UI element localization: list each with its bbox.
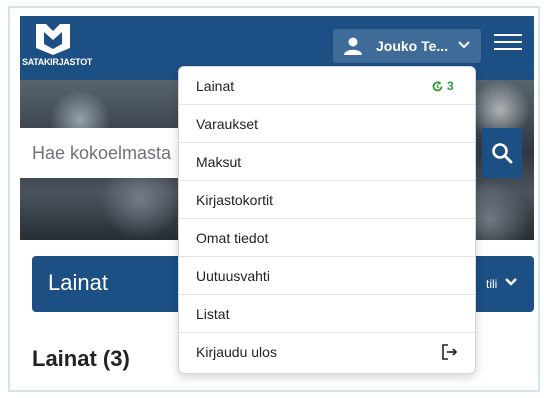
menu-item-maksut[interactable]: Maksut	[179, 143, 475, 181]
hamburger-menu-button[interactable]	[494, 34, 522, 56]
user-icon	[344, 37, 362, 55]
menu-item-label: Omat tiedot	[196, 230, 269, 246]
menu-item-label: Listat	[196, 306, 230, 322]
logo-mark-icon	[36, 24, 70, 55]
page-title: Lainat (3)	[32, 346, 130, 371]
search-button[interactable]	[482, 128, 522, 178]
satakirjastot-logo[interactable]: SATAKIRJASTOT	[20, 22, 102, 72]
logout-icon	[442, 344, 458, 360]
page: SATAKIRJASTOT Jouko Te... Hae kokoelmast…	[20, 16, 534, 388]
menu-item-label: Uutuusvahti	[196, 268, 270, 284]
user-dropdown-menu: Lainat 3 Varaukset Maksut Kirjastokortit	[178, 66, 476, 374]
search-icon	[492, 143, 513, 164]
section-band-title: Lainat	[48, 270, 108, 295]
menu-item-kirjastokortit[interactable]: Kirjastokortit	[179, 181, 475, 219]
renew-icon	[432, 80, 443, 91]
chevron-down-icon[interactable]	[504, 276, 518, 288]
user-name: Jouko Te...	[376, 38, 449, 54]
menu-item-varaukset[interactable]: Varaukset	[179, 105, 475, 143]
menu-item-label: Kirjastokortit	[196, 192, 274, 208]
menu-item-label: Maksut	[196, 154, 242, 170]
menu-bar	[494, 34, 522, 36]
menu-bar	[494, 48, 522, 50]
menu-item-label: Lainat	[196, 78, 235, 94]
search-input[interactable]	[20, 128, 180, 178]
menu-item-omat-tiedot[interactable]: Omat tiedot	[179, 219, 475, 257]
menu-item-lainat[interactable]: Lainat 3	[179, 67, 475, 105]
user-menu-button[interactable]: Jouko Te...	[333, 29, 481, 63]
loan-count-badge: 3	[431, 79, 454, 93]
menu-item-listat[interactable]: Listat	[179, 295, 475, 333]
logo-text: SATAKIRJASTOT	[22, 57, 93, 67]
menu-item-logout[interactable]: Kirjaudu ulos	[179, 333, 475, 371]
chevron-down-icon	[458, 41, 470, 49]
menu-item-uutuusvahti[interactable]: Uutuusvahti	[179, 257, 475, 295]
menu-bar	[494, 41, 522, 43]
menu-item-label: Varaukset	[196, 116, 258, 132]
screenshot-frame: SATAKIRJASTOT Jouko Te... Hae kokoelmast…	[8, 6, 540, 392]
account-selector-label[interactable]: tili	[486, 277, 497, 291]
loan-count: 3	[447, 79, 454, 93]
menu-item-label: Kirjaudu ulos	[196, 344, 277, 360]
